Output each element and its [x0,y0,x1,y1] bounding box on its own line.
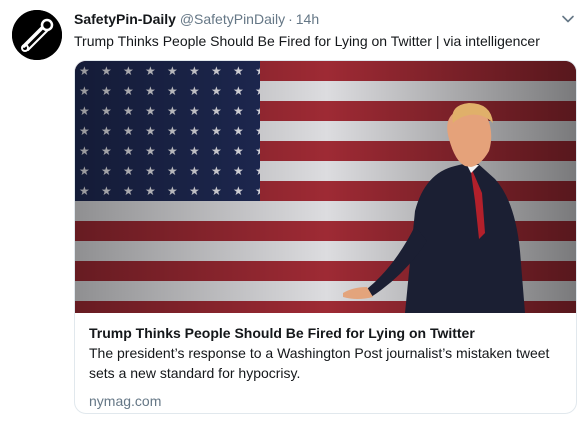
card-description-line-2: sets a new standard for hypocrisy. [89,365,301,381]
tweet-header: SafetyPin-Daily @SafetyPinDaily · 14h [74,10,319,28]
tweet-text: Trump Thinks People Should Be Fired for … [74,33,540,49]
card-domain[interactable]: nymag.com [89,392,564,410]
card-title[interactable]: Trump Thinks People Should Be Fired for … [89,323,564,343]
separator-dot: · [288,11,293,27]
safety-pin-logo-icon [12,10,62,60]
card-image: ★ [75,61,576,313]
card-body: Trump Thinks People Should Be Fired for … [89,323,564,410]
link-card[interactable]: ★ Trump Thinks People Should Be Fired fo… [74,60,577,414]
chevron-down-icon[interactable] [561,12,575,26]
user-handle[interactable]: @SafetyPinDaily [180,11,285,27]
card-description-line-1: The president’s response to a Washington… [89,345,550,361]
display-name[interactable]: SafetyPin-Daily [74,11,176,27]
avatar[interactable] [12,10,62,60]
timestamp[interactable]: 14h [296,11,319,27]
